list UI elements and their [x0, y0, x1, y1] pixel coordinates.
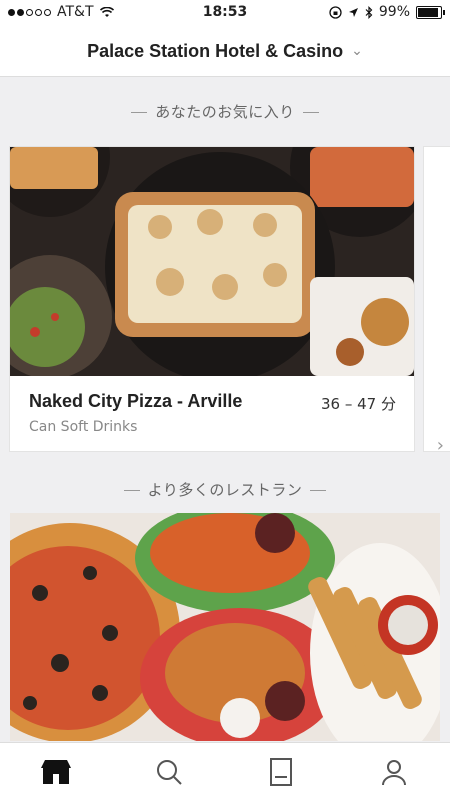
tab-bar	[0, 742, 450, 801]
search-icon	[156, 760, 182, 785]
more-restaurants-title: より多くのレストラン	[147, 481, 303, 499]
tab-search[interactable]	[139, 752, 199, 792]
home-icon	[41, 760, 72, 784]
status-bar: AT&T 18:53 99%	[0, 0, 450, 26]
tab-home[interactable]	[26, 752, 86, 792]
restaurant-subtitle: Can Soft Drinks	[29, 419, 138, 435]
restaurant-name: Naked City Pizza - Arville	[29, 391, 243, 411]
profile-icon	[381, 760, 406, 786]
battery-icon	[416, 5, 445, 19]
tab-account[interactable]	[364, 752, 424, 792]
favorites-heading: あなたのお気に入り	[0, 101, 450, 122]
receipt-icon	[270, 758, 293, 786]
delivery-eta: 36 – 47 分	[321, 395, 396, 413]
bluetooth-icon	[365, 5, 373, 19]
next-card-peek[interactable]: ›	[424, 147, 450, 456]
favorites-title: あなたのお気に入り	[155, 103, 295, 121]
tab-orders[interactable]	[251, 752, 311, 792]
chevron-down-icon: ⌄	[351, 43, 363, 59]
restaurant-photo	[10, 147, 414, 376]
restaurant-photo-card[interactable]	[10, 513, 440, 741]
location-title: Palace Station Hotel & Casino	[87, 40, 344, 61]
chevron-right-icon[interactable]: ›	[437, 435, 444, 456]
location-selector[interactable]: Palace Station Hotel & Casino ⌄	[0, 26, 450, 77]
battery-percent: 99%	[378, 4, 410, 20]
location-arrow-icon	[348, 7, 358, 17]
rotation-lock-icon	[329, 5, 342, 19]
more-restaurants-heading: より多くのレストラン	[0, 479, 450, 500]
restaurant-food-photo	[10, 513, 440, 741]
status-right: 99%	[329, 4, 445, 20]
favorite-restaurant-card[interactable]: Naked City Pizza - Arville 36 – 47 分 Can…	[10, 147, 414, 451]
